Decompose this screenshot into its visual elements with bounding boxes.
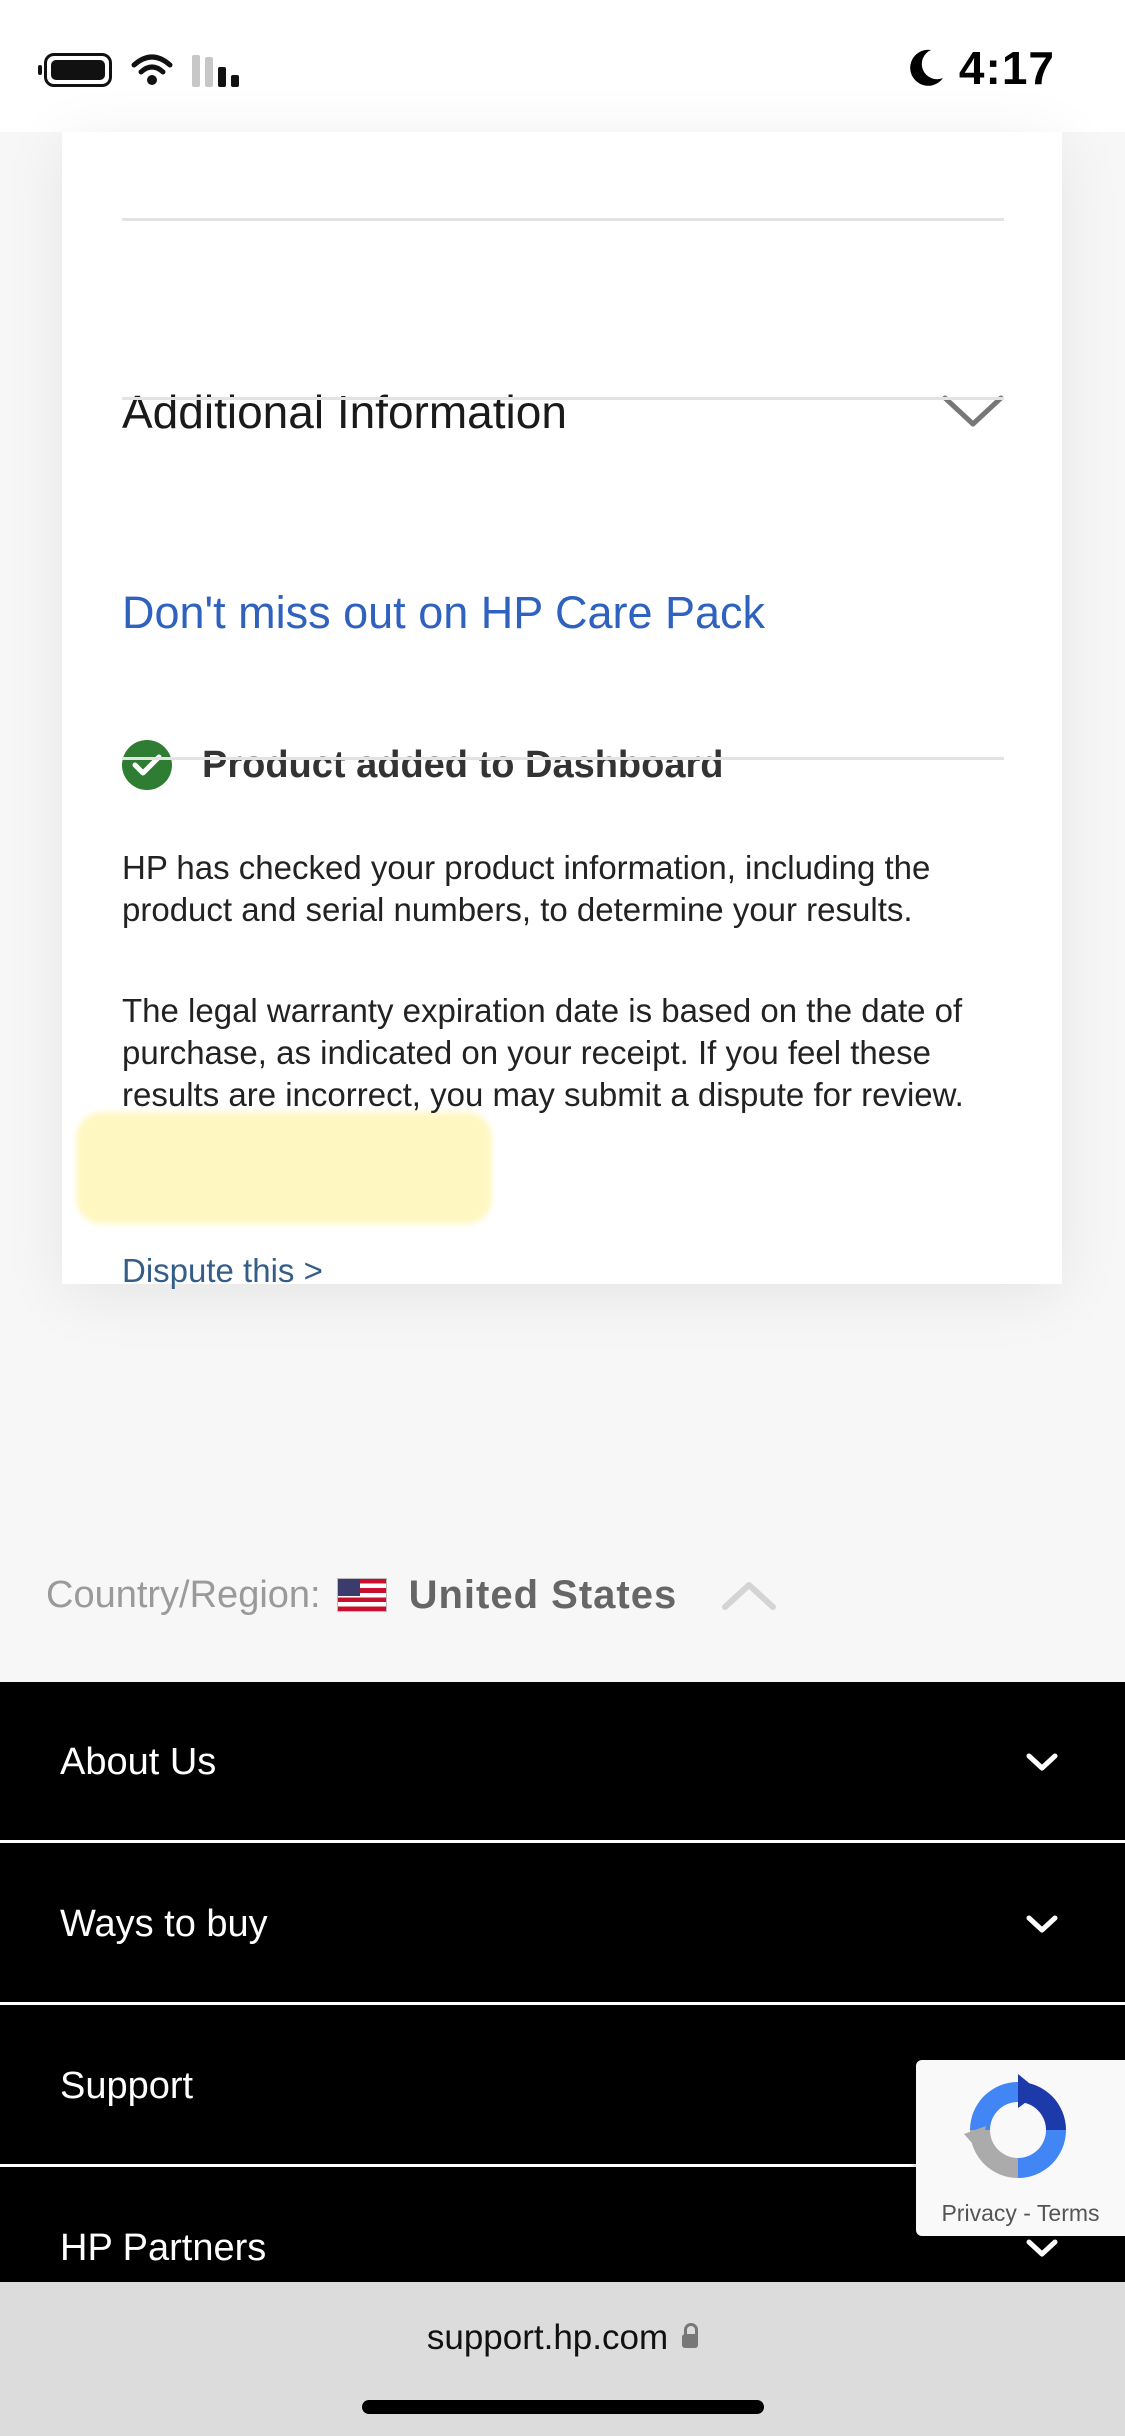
footer-divider bbox=[0, 2002, 1125, 2005]
additional-information-title: Additional Information bbox=[122, 386, 567, 438]
country-region-label: Country/Region: bbox=[46, 1573, 321, 1616]
wifi-icon bbox=[131, 54, 173, 85]
footer-item-label: About Us bbox=[60, 1740, 217, 1783]
divider bbox=[122, 218, 1004, 221]
browser-address-bar: support.hp.com bbox=[0, 2282, 1125, 2436]
battery-icon bbox=[38, 53, 112, 87]
chevron-down-icon bbox=[1026, 1915, 1058, 1933]
country-region-selector[interactable]: Country/Region: United States bbox=[46, 1565, 777, 1625]
recaptcha-privacy-link[interactable]: Privacy bbox=[941, 2200, 1016, 2226]
footer-item-label: Support bbox=[60, 2064, 194, 2107]
warranty-results-card: Additional Information Don't miss out on… bbox=[62, 132, 1062, 1289]
recaptcha-terms-link[interactable]: Terms bbox=[1037, 2200, 1100, 2226]
lock-icon bbox=[682, 2323, 699, 2348]
divider bbox=[122, 397, 1004, 400]
product-check-paragraph: HP has checked your product information,… bbox=[122, 849, 931, 928]
chevron-down-icon bbox=[1026, 2239, 1058, 2257]
chevron-up-icon[interactable] bbox=[721, 1579, 777, 1611]
warranty-legal-paragraph: The legal warranty expiration date is ba… bbox=[122, 992, 964, 1113]
recaptcha-icon bbox=[964, 2074, 1066, 2178]
status-right: 4:17 bbox=[909, 38, 1055, 98]
dispute-highlight bbox=[76, 1112, 492, 1224]
divider bbox=[122, 757, 1004, 760]
check-circle-icon bbox=[122, 740, 172, 790]
status-time: 4:17 bbox=[958, 42, 1055, 94]
dispute-link[interactable]: Dispute this > bbox=[122, 1252, 323, 1290]
home-indicator[interactable] bbox=[362, 2400, 764, 2414]
footer-item-label: HP Partners bbox=[60, 2226, 267, 2269]
cellular-signal-icon bbox=[192, 53, 239, 87]
recaptcha-badge[interactable]: Privacy - Terms bbox=[916, 2060, 1125, 2236]
chevron-down-icon bbox=[1026, 1753, 1058, 1771]
footer-divider bbox=[0, 1840, 1125, 1843]
additional-information-accordion[interactable]: Additional Information bbox=[122, 372, 1004, 452]
hp-care-pack-link[interactable]: Don't miss out on HP Care Pack bbox=[122, 587, 765, 639]
url-text: support.hp.com bbox=[426, 2318, 669, 2357]
country-region-value: United States bbox=[408, 1572, 678, 1617]
product-added-label: Product added to Dashboard bbox=[202, 743, 724, 786]
moon-icon bbox=[910, 49, 943, 86]
recaptcha-links: Privacy - Terms bbox=[916, 2200, 1125, 2227]
footer-item-ways-to-buy[interactable]: Ways to buy bbox=[0, 1844, 1125, 2004]
status-bar: 4:17 bbox=[0, 0, 1125, 132]
status-icons-left bbox=[38, 50, 239, 90]
footer-item-about-us[interactable]: About Us bbox=[0, 1682, 1125, 1842]
recaptcha-separator: - bbox=[1023, 2200, 1031, 2226]
url-display[interactable]: support.hp.com bbox=[0, 2318, 1125, 2358]
us-flag-icon bbox=[336, 1578, 387, 1612]
product-added-status: Product added to Dashboard bbox=[122, 740, 723, 790]
footer-item-label: Ways to buy bbox=[60, 1902, 268, 1945]
